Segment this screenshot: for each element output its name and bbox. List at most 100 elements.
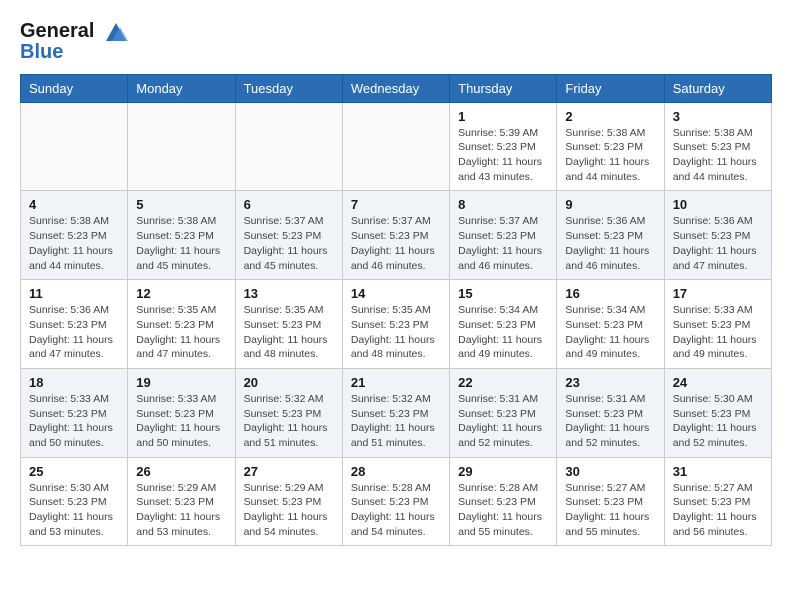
day-info: Sunrise: 5:30 AMSunset: 5:23 PMDaylight:…	[673, 392, 763, 451]
day-number: 4	[29, 197, 119, 212]
day-number: 31	[673, 464, 763, 479]
day-info: Sunrise: 5:38 AMSunset: 5:23 PMDaylight:…	[565, 126, 655, 185]
day-info: Sunrise: 5:34 AMSunset: 5:23 PMDaylight:…	[458, 303, 548, 362]
day-number: 9	[565, 197, 655, 212]
day-number: 13	[244, 286, 334, 301]
calendar-cell: 15 Sunrise: 5:34 AMSunset: 5:23 PMDayligh…	[450, 280, 557, 369]
day-info: Sunrise: 5:32 AMSunset: 5:23 PMDaylight:…	[351, 392, 441, 451]
calendar-cell: 12 Sunrise: 5:35 AMSunset: 5:23 PMDayligh…	[128, 280, 235, 369]
day-info: Sunrise: 5:28 AMSunset: 5:23 PMDaylight:…	[351, 481, 441, 540]
day-number: 1	[458, 109, 548, 124]
calendar-cell: 29 Sunrise: 5:28 AMSunset: 5:23 PMDayligh…	[450, 457, 557, 546]
calendar-cell: 5Sunrise: 5:38 AMSunset: 5:23 PMDaylight…	[128, 191, 235, 280]
weekday-header-saturday: Saturday	[664, 74, 771, 102]
calendar-cell	[235, 102, 342, 191]
day-number: 24	[673, 375, 763, 390]
page-header: General Blue	[20, 20, 772, 64]
logo-icon	[102, 21, 130, 43]
day-info: Sunrise: 5:27 AMSunset: 5:23 PMDaylight:…	[565, 481, 655, 540]
day-info: Sunrise: 5:28 AMSunset: 5:23 PMDaylight:…	[458, 481, 548, 540]
calendar-week-5: 25 Sunrise: 5:30 AMSunset: 5:23 PMDayligh…	[21, 457, 772, 546]
calendar-cell: 10 Sunrise: 5:36 AMSunset: 5:23 PMDayligh…	[664, 191, 771, 280]
calendar-cell	[21, 102, 128, 191]
day-number: 3	[673, 109, 763, 124]
day-number: 22	[458, 375, 548, 390]
day-info: Sunrise: 5:29 AMSunset: 5:23 PMDaylight:…	[244, 481, 334, 540]
calendar-cell: 31 Sunrise: 5:27 AMSunset: 5:23 PMDayligh…	[664, 457, 771, 546]
weekday-header-row: SundayMondayTuesdayWednesdayThursdayFrid…	[21, 74, 772, 102]
calendar-week-3: 11Sunrise: 5:36 AMSunset: 5:23 PMDayligh…	[21, 280, 772, 369]
day-number: 16	[565, 286, 655, 301]
day-info: Sunrise: 5:30 AMSunset: 5:23 PMDaylight:…	[29, 481, 119, 540]
weekday-header-friday: Friday	[557, 74, 664, 102]
day-info: Sunrise: 5:36 AMSunset: 5:23 PMDaylight:…	[565, 214, 655, 273]
day-number: 26	[136, 464, 226, 479]
calendar-cell: 23Sunrise: 5:31 AMSunset: 5:23 PMDayligh…	[557, 368, 664, 457]
day-info: Sunrise: 5:35 AMSunset: 5:23 PMDaylight:…	[244, 303, 334, 362]
calendar-cell: 25 Sunrise: 5:30 AMSunset: 5:23 PMDayligh…	[21, 457, 128, 546]
calendar-week-2: 4Sunrise: 5:38 AMSunset: 5:23 PMDaylight…	[21, 191, 772, 280]
calendar-week-1: 1Sunrise: 5:39 AMSunset: 5:23 PMDaylight…	[21, 102, 772, 191]
weekday-header-wednesday: Wednesday	[342, 74, 449, 102]
day-info: Sunrise: 5:34 AMSunset: 5:23 PMDaylight:…	[565, 303, 655, 362]
calendar-cell: 14 Sunrise: 5:35 AMSunset: 5:23 PMDayligh…	[342, 280, 449, 369]
calendar-cell: 3 Sunrise: 5:38 AMSunset: 5:23 PMDaylight…	[664, 102, 771, 191]
day-number: 23	[565, 375, 655, 390]
calendar-cell: 21 Sunrise: 5:32 AMSunset: 5:23 PMDayligh…	[342, 368, 449, 457]
day-number: 12	[136, 286, 226, 301]
day-number: 20	[244, 375, 334, 390]
calendar-table: SundayMondayTuesdayWednesdayThursdayFrid…	[20, 74, 772, 547]
calendar-cell: 4Sunrise: 5:38 AMSunset: 5:23 PMDaylight…	[21, 191, 128, 280]
calendar-cell: 19Sunrise: 5:33 AMSunset: 5:23 PMDayligh…	[128, 368, 235, 457]
calendar-cell: 9 Sunrise: 5:36 AMSunset: 5:23 PMDaylight…	[557, 191, 664, 280]
day-info: Sunrise: 5:27 AMSunset: 5:23 PMDaylight:…	[673, 481, 763, 540]
day-info: Sunrise: 5:33 AMSunset: 5:23 PMDaylight:…	[136, 392, 226, 451]
calendar-cell: 27Sunrise: 5:29 AMSunset: 5:23 PMDayligh…	[235, 457, 342, 546]
calendar-cell: 13 Sunrise: 5:35 AMSunset: 5:23 PMDayligh…	[235, 280, 342, 369]
day-info: Sunrise: 5:35 AMSunset: 5:23 PMDaylight:…	[351, 303, 441, 362]
day-info: Sunrise: 5:37 AMSunset: 5:23 PMDaylight:…	[244, 214, 334, 273]
calendar-cell: 20Sunrise: 5:32 AMSunset: 5:23 PMDayligh…	[235, 368, 342, 457]
day-info: Sunrise: 5:33 AMSunset: 5:23 PMDaylight:…	[673, 303, 763, 362]
calendar-cell: 2 Sunrise: 5:38 AMSunset: 5:23 PMDaylight…	[557, 102, 664, 191]
day-number: 15	[458, 286, 548, 301]
calendar-cell: 7 Sunrise: 5:37 AMSunset: 5:23 PMDaylight…	[342, 191, 449, 280]
calendar-cell: 6 Sunrise: 5:37 AMSunset: 5:23 PMDaylight…	[235, 191, 342, 280]
day-number: 17	[673, 286, 763, 301]
calendar-cell: 26 Sunrise: 5:29 AMSunset: 5:23 PMDayligh…	[128, 457, 235, 546]
calendar-cell: 11Sunrise: 5:36 AMSunset: 5:23 PMDayligh…	[21, 280, 128, 369]
day-number: 29	[458, 464, 548, 479]
day-number: 14	[351, 286, 441, 301]
day-number: 2	[565, 109, 655, 124]
day-number: 28	[351, 464, 441, 479]
day-info: Sunrise: 5:38 AMSunset: 5:23 PMDaylight:…	[673, 126, 763, 185]
day-number: 21	[351, 375, 441, 390]
logo-blue: Blue	[20, 41, 130, 64]
calendar-cell: 24 Sunrise: 5:30 AMSunset: 5:23 PMDayligh…	[664, 368, 771, 457]
calendar-cell: 22 Sunrise: 5:31 AMSunset: 5:23 PMDayligh…	[450, 368, 557, 457]
day-number: 10	[673, 197, 763, 212]
day-number: 25	[29, 464, 119, 479]
weekday-header-thursday: Thursday	[450, 74, 557, 102]
calendar-cell: 1Sunrise: 5:39 AMSunset: 5:23 PMDaylight…	[450, 102, 557, 191]
logo: General Blue	[20, 20, 130, 64]
calendar-cell	[342, 102, 449, 191]
day-number: 7	[351, 197, 441, 212]
day-info: Sunrise: 5:36 AMSunset: 5:23 PMDaylight:…	[673, 214, 763, 273]
day-number: 18	[29, 375, 119, 390]
calendar-week-4: 18 Sunrise: 5:33 AMSunset: 5:23 PMDayligh…	[21, 368, 772, 457]
day-info: Sunrise: 5:37 AMSunset: 5:23 PMDaylight:…	[351, 214, 441, 273]
day-info: Sunrise: 5:33 AMSunset: 5:23 PMDaylight:…	[29, 392, 119, 451]
calendar-cell	[128, 102, 235, 191]
weekday-header-sunday: Sunday	[21, 74, 128, 102]
day-number: 8	[458, 197, 548, 212]
calendar-cell: 28 Sunrise: 5:28 AMSunset: 5:23 PMDayligh…	[342, 457, 449, 546]
calendar-cell: 18 Sunrise: 5:33 AMSunset: 5:23 PMDayligh…	[21, 368, 128, 457]
day-number: 30	[565, 464, 655, 479]
day-info: Sunrise: 5:29 AMSunset: 5:23 PMDaylight:…	[136, 481, 226, 540]
day-info: Sunrise: 5:35 AMSunset: 5:23 PMDaylight:…	[136, 303, 226, 362]
calendar-cell: 8Sunrise: 5:37 AMSunset: 5:23 PMDaylight…	[450, 191, 557, 280]
day-number: 6	[244, 197, 334, 212]
weekday-header-tuesday: Tuesday	[235, 74, 342, 102]
day-info: Sunrise: 5:31 AMSunset: 5:23 PMDaylight:…	[458, 392, 548, 451]
